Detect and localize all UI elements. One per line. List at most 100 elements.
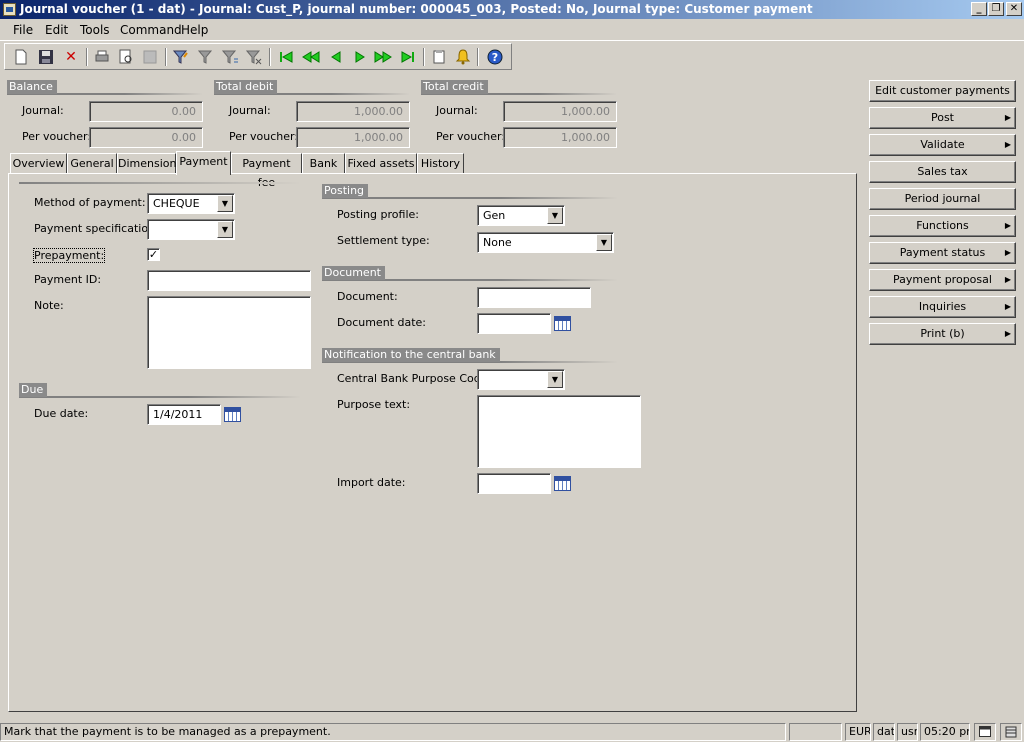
chevron-down-icon[interactable]: ▼ <box>217 221 233 238</box>
calendar-icon[interactable] <box>554 476 571 491</box>
print-button[interactable]: Print (b) ▶ <box>869 323 1016 345</box>
tab-general[interactable]: General <box>67 153 117 174</box>
tab-bank[interactable]: Bank <box>302 153 345 174</box>
status-window-icon[interactable] <box>974 723 996 741</box>
app-icon[interactable] <box>3 3 16 16</box>
debit-journal-field: 1,000.00 <box>296 101 410 122</box>
alert-icon[interactable] <box>453 47 473 67</box>
menu-file[interactable]: File <box>13 23 33 37</box>
print-icon[interactable] <box>92 47 112 67</box>
save-icon[interactable] <box>36 47 56 67</box>
minimize-button[interactable]: _ <box>971 2 987 16</box>
payment-proposal-button[interactable]: Payment proposal ▶ <box>869 269 1016 291</box>
chevron-right-icon: ▶ <box>1004 248 1011 257</box>
tab-fixed-assets[interactable]: Fixed assets <box>345 153 417 174</box>
validate-button[interactable]: Validate ▶ <box>869 134 1016 156</box>
sales-tax-button[interactable]: Sales tax <box>869 161 1016 183</box>
tab-payment[interactable]: Payment <box>176 151 231 175</box>
previous-page-icon[interactable] <box>301 47 321 67</box>
toolbar-separator <box>477 48 479 66</box>
print-preview-icon[interactable] <box>116 47 136 67</box>
document-input[interactable] <box>477 287 591 308</box>
remove-filter-icon[interactable] <box>244 47 264 67</box>
total-credit-group-header: Total credit <box>421 80 617 95</box>
settlement-type-select[interactable]: None ▼ <box>477 232 614 253</box>
inquiries-button[interactable]: Inquiries ▶ <box>869 296 1016 318</box>
sales-tax-label: Sales tax <box>917 165 968 178</box>
menu-command[interactable]: Command <box>120 23 182 37</box>
due-header: Due <box>19 383 48 397</box>
prepayment-checkbox[interactable]: ✓ <box>147 248 160 261</box>
new-icon[interactable] <box>11 47 31 67</box>
chevron-right-icon: ▶ <box>1004 302 1011 311</box>
note-textarea[interactable] <box>147 296 311 369</box>
status-empty-pane <box>789 723 842 741</box>
advanced-filter-icon[interactable] <box>220 47 240 67</box>
post-button[interactable]: Post ▶ <box>869 107 1016 129</box>
previous-record-icon[interactable] <box>326 47 346 67</box>
chevron-down-icon[interactable]: ▼ <box>547 371 563 388</box>
method-of-payment-select[interactable]: CHEQUE ▼ <box>147 193 235 214</box>
menu-edit[interactable]: Edit <box>45 23 68 37</box>
due-group-header: Due <box>19 383 301 398</box>
validate-label: Validate <box>920 138 965 151</box>
next-record-icon[interactable] <box>350 47 370 67</box>
payment-status-button[interactable]: Payment status ▶ <box>869 242 1016 264</box>
last-record-icon[interactable] <box>398 47 418 67</box>
chevron-down-icon[interactable]: ▼ <box>217 195 233 212</box>
filter-selection-icon[interactable] <box>196 47 216 67</box>
import-date-input[interactable] <box>477 473 551 494</box>
central-bank-group-header: Notification to the central bank <box>322 348 618 363</box>
purpose-text-label: Purpose text: <box>337 398 411 411</box>
filter-icon[interactable] <box>171 47 191 67</box>
functions-button[interactable]: Functions ▶ <box>869 215 1016 237</box>
title-bar: Journal voucher (1 - dat) - Journal: Cus… <box>0 0 1024 19</box>
balance-journal-label: Journal: <box>22 104 64 117</box>
credit-journal-label: Journal: <box>436 104 478 117</box>
tab-dimension[interactable]: Dimension <box>117 153 176 174</box>
posting-profile-select[interactable]: Gen ▼ <box>477 205 565 226</box>
help-icon[interactable]: ? <box>485 47 505 67</box>
tab-overview[interactable]: Overview <box>10 153 67 174</box>
status-currency[interactable]: EUR <box>845 723 871 741</box>
payment-specification-select[interactable]: ▼ <box>147 219 235 240</box>
period-journal-button[interactable]: Period journal <box>869 188 1016 210</box>
edit-customer-payments-button[interactable]: Edit customer payments <box>869 80 1016 102</box>
edit-customer-payments-label: Edit customer payments <box>875 84 1010 97</box>
menu-help[interactable]: Help <box>181 23 208 37</box>
document-date-input[interactable] <box>477 313 551 334</box>
credit-per-voucher-field: 1,000.00 <box>503 127 617 148</box>
menu-tools[interactable]: Tools <box>80 23 110 37</box>
calendar-icon[interactable] <box>224 407 241 422</box>
prepayment-label: Prepayment: <box>32 248 106 263</box>
credit-journal-field: 1,000.00 <box>503 101 617 122</box>
chevron-right-icon: ▶ <box>1004 275 1011 284</box>
payment-proposal-label: Payment proposal <box>893 273 992 286</box>
calendar-icon[interactable] <box>554 316 571 331</box>
payment-id-input[interactable] <box>147 270 311 291</box>
payment-id-label: Payment ID: <box>34 273 102 286</box>
status-company[interactable]: dat <box>873 723 895 741</box>
period-journal-label: Period journal <box>904 192 981 205</box>
first-record-icon[interactable] <box>276 47 296 67</box>
chevron-down-icon[interactable]: ▼ <box>547 207 563 224</box>
chevron-down-icon[interactable]: ▼ <box>596 234 612 251</box>
due-date-input[interactable]: 1/4/2011 <box>147 404 221 425</box>
tab-payment-fee[interactable]: Payment fee <box>231 153 302 189</box>
note-label: Note: <box>34 299 64 312</box>
tab-history[interactable]: History <box>417 153 464 174</box>
document-handling-icon[interactable] <box>429 47 449 67</box>
delete-icon[interactable]: ✕ <box>61 47 81 67</box>
total-debit-header: Total debit <box>214 80 278 94</box>
status-database-icon[interactable] <box>1000 723 1022 741</box>
close-button[interactable]: ✕ <box>1006 2 1022 16</box>
chevron-right-icon: ▶ <box>1004 329 1011 338</box>
toolbar-separator <box>165 48 167 66</box>
central-bank-header: Notification to the central bank <box>322 348 500 362</box>
purpose-code-select[interactable]: ▼ <box>477 369 565 390</box>
document-date-label: Document date: <box>337 316 426 329</box>
functions-label: Functions <box>916 219 969 232</box>
restore-button[interactable]: ❐ <box>988 2 1004 16</box>
purpose-text-textarea[interactable] <box>477 395 641 468</box>
next-page-icon[interactable] <box>373 47 393 67</box>
